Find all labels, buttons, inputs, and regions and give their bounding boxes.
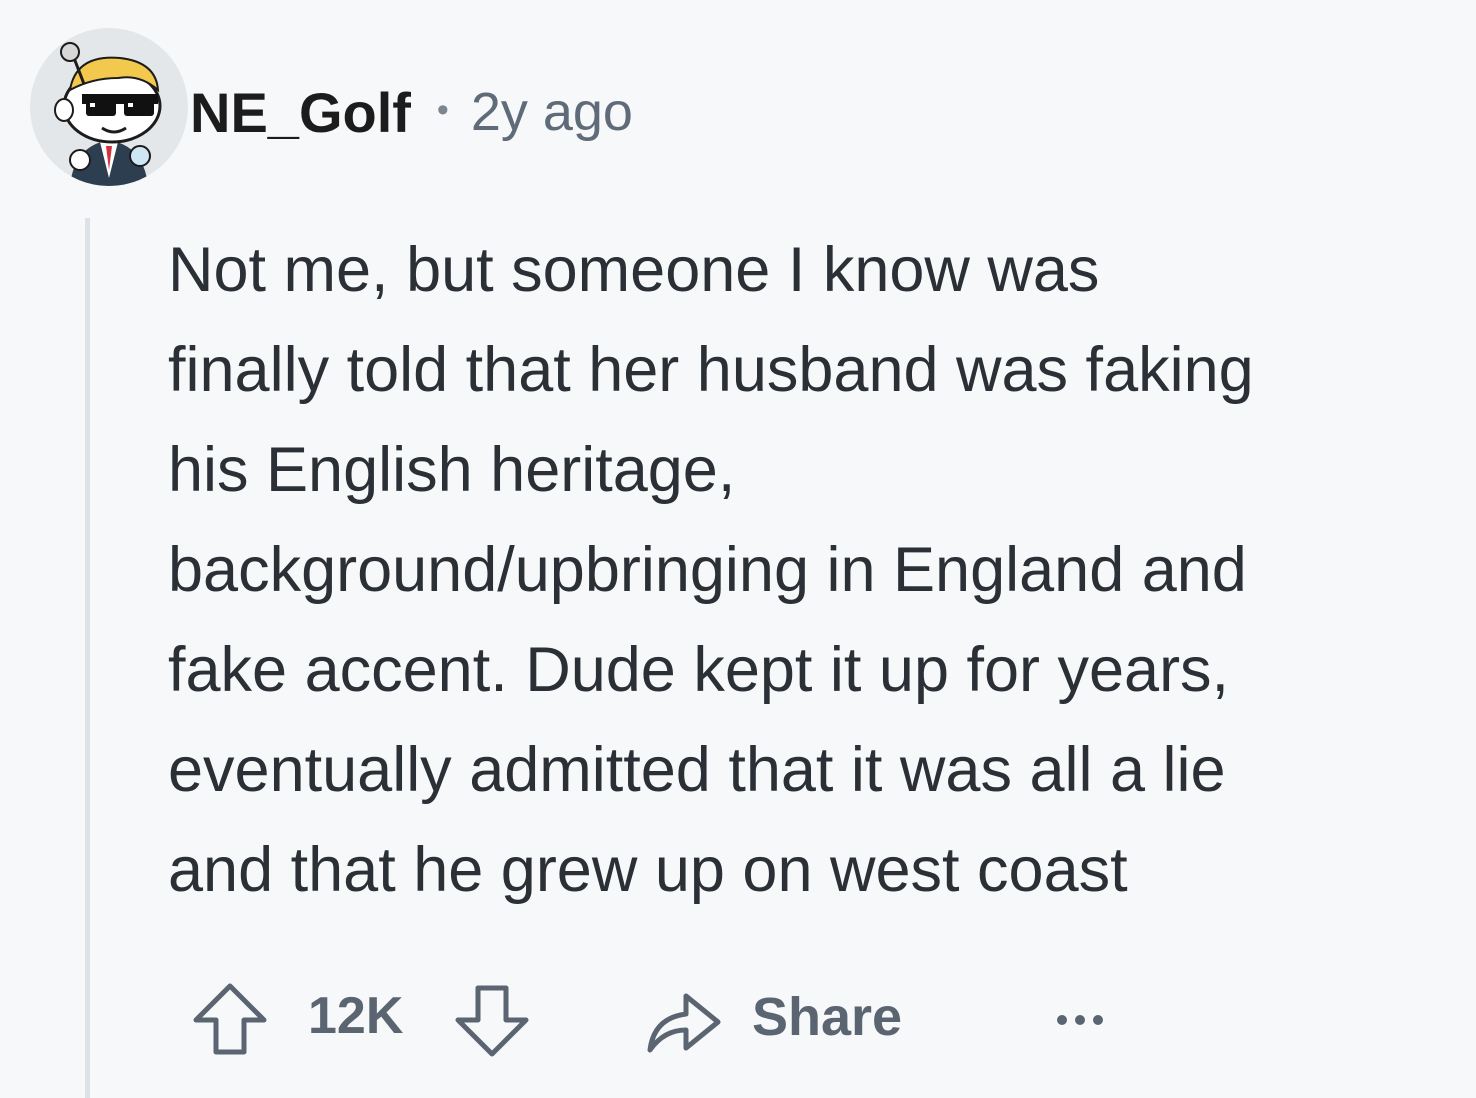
comment-header: NE_Golf • 2y ago — [190, 72, 633, 152]
vote-score: 12K — [308, 987, 404, 1045]
share-label: Share — [752, 987, 903, 1047]
comment-body: Not me, but someone I know was finally t… — [168, 220, 1458, 920]
comment-actions: 12K Share — [188, 978, 1148, 1062]
snoo-avatar-icon — [30, 28, 188, 186]
upvote-button[interactable] — [188, 978, 272, 1062]
comment: NE_Golf • 2y ago Not me, but someone I k… — [0, 0, 1476, 1098]
comment-body-line: finally told that her husband was faking — [168, 335, 1254, 405]
more-options-button[interactable] — [1050, 1000, 1110, 1040]
ellipsis-icon — [1057, 1015, 1103, 1025]
arrow-down-outline-icon — [455, 985, 529, 1057]
comment-body-line: fake accent. Dude kept it up for years, — [168, 635, 1230, 705]
share-arrow-icon — [640, 978, 724, 1062]
username-link[interactable]: NE_Golf — [190, 80, 411, 145]
meta-separator: • — [436, 90, 449, 129]
comment-body-line: his English heritage, — [168, 435, 736, 505]
comment-body-line: Not me, but someone I know was — [168, 235, 1100, 305]
comment-body-line: and that he grew up on west coast — [168, 835, 1128, 905]
user-avatar[interactable] — [30, 28, 188, 186]
downvote-button[interactable] — [450, 978, 534, 1062]
arrow-up-outline-icon — [193, 983, 267, 1055]
comment-timestamp[interactable]: 2y ago — [471, 81, 633, 143]
comment-body-line: background/upbringing in England and — [168, 535, 1247, 605]
comment-body-line: eventually admitted that it was all a li… — [168, 735, 1226, 805]
share-button[interactable]: Share — [640, 978, 930, 1062]
thread-line[interactable] — [85, 218, 90, 1098]
